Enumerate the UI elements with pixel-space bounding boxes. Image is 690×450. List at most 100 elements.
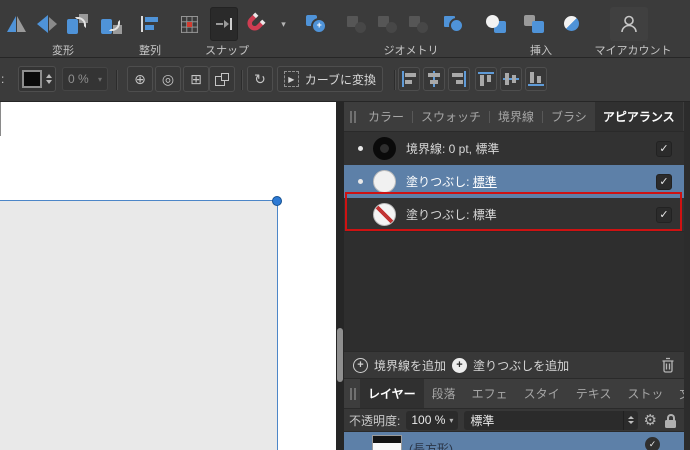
show-rotation-center-button[interactable]: ⊕ <box>127 66 153 92</box>
separator <box>241 70 243 90</box>
add-fill-plus-icon[interactable]: + <box>452 358 467 373</box>
geometry-divide-button[interactable] <box>405 7 432 41</box>
convert-to-curves-label: カーブに変換 <box>305 71 376 88</box>
tab-paragraph[interactable]: 段落 <box>424 379 464 408</box>
canvas-scrollbar-track[interactable] <box>336 102 344 450</box>
geometry-union-button[interactable] <box>440 7 467 41</box>
stroke-visibility-checkbox[interactable]: ✓ <box>656 141 672 157</box>
opacity-dropdown[interactable]: 100 % ▾ <box>406 411 458 430</box>
affinity-app-window: ▾ + 変形 整列 <box>0 0 690 450</box>
fill-visibility-checkbox[interactable]: ✓ <box>656 174 672 190</box>
tab-styles[interactable]: スタイ <box>516 379 568 408</box>
align-middle-vertical-button[interactable] <box>500 67 522 91</box>
panel-grip-handle[interactable] <box>344 102 360 131</box>
align-right-icon <box>451 71 467 87</box>
rotate-icon: ↻ <box>254 71 266 88</box>
alignment-button[interactable] <box>136 7 163 41</box>
add-stroke-button[interactable]: 境界線を追加 <box>374 357 446 374</box>
align-right-button[interactable] <box>448 67 470 91</box>
geometry-divide-icon <box>409 16 429 33</box>
align-center-horizontal-icon <box>426 71 442 87</box>
blend-mode-stepper[interactable] <box>623 411 638 430</box>
enable-transform-origin-button[interactable]: ↻ <box>247 66 273 92</box>
appearance-row-fill-selected[interactable]: 塗りつぶし: 標準 ✓ <box>344 165 684 198</box>
geometry-union-icon <box>444 16 464 33</box>
add-stroke-plus-icon[interactable]: + <box>353 358 368 373</box>
gear-icon[interactable]: ⚙ <box>644 413 657 428</box>
layer-name: (長方形) <box>409 440 453 450</box>
align-bottom-button[interactable] <box>525 67 547 91</box>
canvas-scrollbar-thumb[interactable] <box>337 328 343 382</box>
person-icon <box>618 13 640 35</box>
move-by-whole-pixels-button[interactable] <box>210 7 238 41</box>
no-fill-swatch-circle[interactable] <box>373 203 396 226</box>
snapping-toggle-button[interactable] <box>240 7 267 41</box>
insert-inside-button[interactable] <box>558 7 585 41</box>
no-fill-row-label: 塗りつぶし: 標準 <box>406 206 497 223</box>
grid-options-button[interactable] <box>176 7 203 41</box>
corner-selection-handle[interactable] <box>272 196 282 206</box>
panel-grip-handle[interactable] <box>344 379 360 408</box>
transform-mode-button[interactable] <box>209 66 235 92</box>
trash-icon[interactable] <box>661 357 675 373</box>
stroke-opacity-dropdown[interactable]: 0 % ▾ <box>62 67 108 91</box>
snapping-options-dropdown[interactable]: ▾ <box>277 7 290 41</box>
rotate-cw-icon <box>100 14 122 34</box>
geometry-subtract-button[interactable] <box>343 7 370 41</box>
tab-character[interactable]: 文字 <box>671 379 684 408</box>
document-canvas[interactable] <box>0 102 336 450</box>
align-left-button[interactable] <box>398 67 420 91</box>
hide-selection-button[interactable]: ◎ <box>155 66 181 92</box>
panel-edge-strip <box>684 102 690 450</box>
appearance-rows: 境界線: 0 pt, 標準 ✓ 塗りつぶし: 標準 ✓ 塗りつぶし: 標準 ✓ <box>344 132 684 231</box>
align-bottom-icon <box>528 71 544 87</box>
fill-swatch-circle[interactable] <box>373 170 396 193</box>
swatch-stepper[interactable] <box>46 74 52 84</box>
tab-swatches[interactable]: スウォッチ <box>413 102 489 131</box>
flip-vertical-button[interactable] <box>33 7 60 41</box>
ellipse-nodes-icon: ◎ <box>162 71 174 88</box>
insert-replace-button[interactable] <box>482 7 509 41</box>
tab-appearance-active[interactable]: アピアランス <box>595 102 683 131</box>
tab-layers-active[interactable]: レイヤー <box>360 379 424 408</box>
blend-mode-dropdown[interactable]: 標準 <box>464 411 637 430</box>
rotate-cw-button[interactable] <box>97 7 124 41</box>
stroke-color-swatch <box>22 70 42 88</box>
add-fill-button[interactable]: 塗りつぶしを追加 <box>473 357 569 374</box>
lock-icon[interactable] <box>665 420 676 428</box>
appearance-row-stroke[interactable]: 境界線: 0 pt, 標準 ✓ <box>344 132 684 165</box>
tab-brush[interactable]: ブラシ <box>543 102 595 131</box>
geometry-intersect-button[interactable] <box>374 7 401 41</box>
boolean-add-icon: + <box>306 15 327 34</box>
stroke-row-label: 境界線: 0 pt, 標準 <box>406 140 499 157</box>
tab-effects[interactable]: エフェ <box>464 379 516 408</box>
layer-row-selected[interactable]: (長方形) ✓ <box>344 432 684 450</box>
context-toolbar: : 0 % ▾ ⊕ ◎ ⊞ ↻ ▶ カーブに変換 <box>0 58 690 102</box>
my-account-button[interactable] <box>610 7 648 41</box>
layer-visibility-check[interactable]: ✓ <box>645 437 660 450</box>
stroke-swatch-circle[interactable] <box>373 137 396 160</box>
selected-rectangle-shape[interactable] <box>0 200 278 450</box>
layer-thumbnail[interactable] <box>372 435 402 450</box>
tab-stock[interactable]: ストッ <box>619 379 671 408</box>
blend-mode-link[interactable]: 標準 <box>473 175 497 189</box>
tab-color[interactable]: カラー <box>360 102 412 131</box>
rotate-ccw-button[interactable] <box>63 7 90 41</box>
insert-behind-button[interactable] <box>520 7 547 41</box>
tab-stroke[interactable]: 境界線 <box>490 102 542 131</box>
handles-icon: ⊞ <box>190 71 202 88</box>
align-top-button[interactable] <box>475 67 497 91</box>
tab-text[interactable]: テキス <box>568 379 620 408</box>
transform-objects-button[interactable]: ⊞ <box>183 66 209 92</box>
align-center-horizontal-button[interactable] <box>423 67 445 91</box>
boolean-add-button[interactable]: + <box>303 7 330 41</box>
appearance-row-fill-none[interactable]: 塗りつぶし: 標準 ✓ <box>344 198 684 231</box>
flip-horizontal-button[interactable] <box>3 7 30 41</box>
opacity-value: 100 % <box>411 413 445 427</box>
active-bullet <box>358 179 363 184</box>
convert-to-curves-button[interactable]: ▶ カーブに変換 <box>277 66 383 92</box>
flip-horizontal-icon <box>7 16 26 32</box>
studio-panel: カラー スウォッチ 境界線 ブラシ アピアランス 境界線: 0 pt, 標準 ✓… <box>344 102 684 450</box>
no-fill-visibility-checkbox[interactable]: ✓ <box>656 207 672 223</box>
stroke-color-swatch-control[interactable] <box>18 66 56 92</box>
